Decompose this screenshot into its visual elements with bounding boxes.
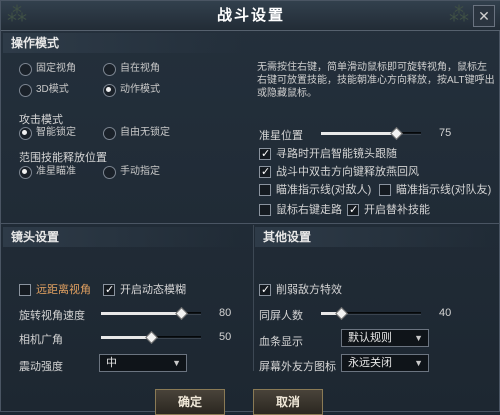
slider-knob[interactable]	[335, 307, 348, 320]
close-button[interactable]: ✕	[473, 5, 495, 27]
crosshair-slider[interactable]	[321, 126, 421, 140]
fov-slider[interactable]	[101, 330, 201, 344]
same-screen-value: 40	[439, 307, 452, 319]
aim-line-team-checkbox[interactable]: 瞄准指示线(对队友)	[379, 183, 491, 197]
far-view-checkbox[interactable]: 远距离视角	[19, 283, 91, 297]
slider-knob[interactable]	[145, 331, 158, 344]
cancel-button[interactable]: 取消	[253, 389, 323, 415]
checkbox-box[interactable]	[19, 284, 31, 296]
section-divider	[1, 223, 500, 224]
checkbox-box[interactable]	[259, 147, 271, 161]
slider-knob[interactable]	[390, 127, 403, 140]
attack-mode-free[interactable]: 自由无锁定	[103, 126, 170, 140]
chevron-down-icon: ▼	[414, 358, 423, 368]
confirm-button[interactable]: 确定	[155, 389, 225, 415]
slider-knob[interactable]	[175, 307, 188, 320]
column-divider	[253, 225, 254, 371]
title-bar: 战斗设置	[1, 1, 500, 31]
other-settings-heading: 其他设置	[255, 227, 495, 247]
chevron-down-icon: ▼	[172, 358, 181, 368]
smart-camera-follow-checkbox[interactable]: 寻路时开启智能镜头跟随	[259, 147, 397, 161]
shake-label: 震动强度	[19, 361, 63, 373]
checkbox-box[interactable]	[347, 203, 359, 217]
slider-fill	[321, 132, 396, 135]
checkbox-box[interactable]	[259, 184, 271, 196]
offscreen-icon-label: 屏幕外友方图标	[259, 361, 336, 373]
rotate-speed-slider[interactable]	[101, 306, 201, 320]
aim-line-enemy-checkbox[interactable]: 瞄准指示线(对敌人)	[259, 183, 371, 197]
slider-fill	[101, 336, 151, 339]
slider-fill	[101, 312, 181, 315]
checkbox-box[interactable]	[259, 283, 271, 297]
same-screen-slider[interactable]	[321, 306, 421, 320]
checkbox-box[interactable]	[259, 204, 271, 216]
fov-label: 相机广角	[19, 334, 63, 346]
checkbox-box[interactable]	[379, 184, 391, 196]
rotate-speed-label: 旋转视角速度	[19, 310, 85, 322]
aoe-position-manual[interactable]: 手动指定	[103, 165, 160, 179]
blood-bar-select[interactable]: 默认规则 ▼	[341, 329, 429, 347]
bamboo-decoration-icon: ⁂	[7, 4, 27, 26]
fov-value: 50	[219, 331, 232, 343]
checkbox-box[interactable]	[259, 165, 271, 179]
checkbox-box[interactable]	[103, 283, 115, 297]
substitute-skill-checkbox[interactable]: 开启替补技能	[347, 203, 430, 217]
operation-mode-heading: 操作模式	[3, 33, 243, 53]
aoe-position-heading: 范围技能释放位置	[19, 152, 107, 164]
motion-blur-checkbox[interactable]: 开启动态模糊	[103, 283, 186, 297]
right-click-walk-checkbox[interactable]: 鼠标右键走路	[259, 203, 342, 217]
same-screen-label: 同屏人数	[259, 310, 303, 322]
rotate-speed-value: 80	[219, 307, 232, 319]
blood-bar-label: 血条显示	[259, 336, 303, 348]
camera-mode-fixed[interactable]: 固定视角	[19, 62, 76, 76]
chevron-down-icon: ▼	[414, 333, 423, 343]
aoe-position-crosshair[interactable]: 准星瞄准	[19, 165, 76, 179]
window-title: 战斗设置	[216, 7, 285, 24]
crosshair-value: 75	[439, 127, 452, 139]
weaken-enemy-effects-checkbox[interactable]: 削弱敌方特效	[259, 283, 342, 297]
camera-settings-heading: 镜头设置	[3, 227, 243, 247]
attack-mode-heading: 攻击模式	[19, 114, 63, 126]
crosshair-label: 准星位置	[259, 130, 303, 142]
shake-select[interactable]: 中 ▼	[99, 354, 187, 372]
mode-description: 无需按住右键，简单滑动鼠标即可旋转视角，鼠标左右键可放置技能，技能朝准心方向释放…	[257, 62, 495, 99]
bamboo-decoration-icon: ⁂	[449, 4, 469, 26]
offscreen-icon-select[interactable]: 永远关闭 ▼	[341, 354, 429, 372]
attack-mode-smart-lock[interactable]: 智能锁定	[19, 126, 76, 140]
camera-mode-action[interactable]: 动作模式	[103, 83, 160, 97]
settings-window: 战斗设置 ⁂ ⁂ ✕ 操作模式 固定视角 自在视角 3D模式 动作模式 无需按住…	[0, 0, 500, 415]
double-tap-dodge-checkbox[interactable]: 战斗中双击方向键释放燕回风	[259, 165, 419, 179]
camera-mode-free[interactable]: 自在视角	[103, 62, 160, 76]
camera-mode-3d[interactable]: 3D模式	[19, 83, 69, 97]
